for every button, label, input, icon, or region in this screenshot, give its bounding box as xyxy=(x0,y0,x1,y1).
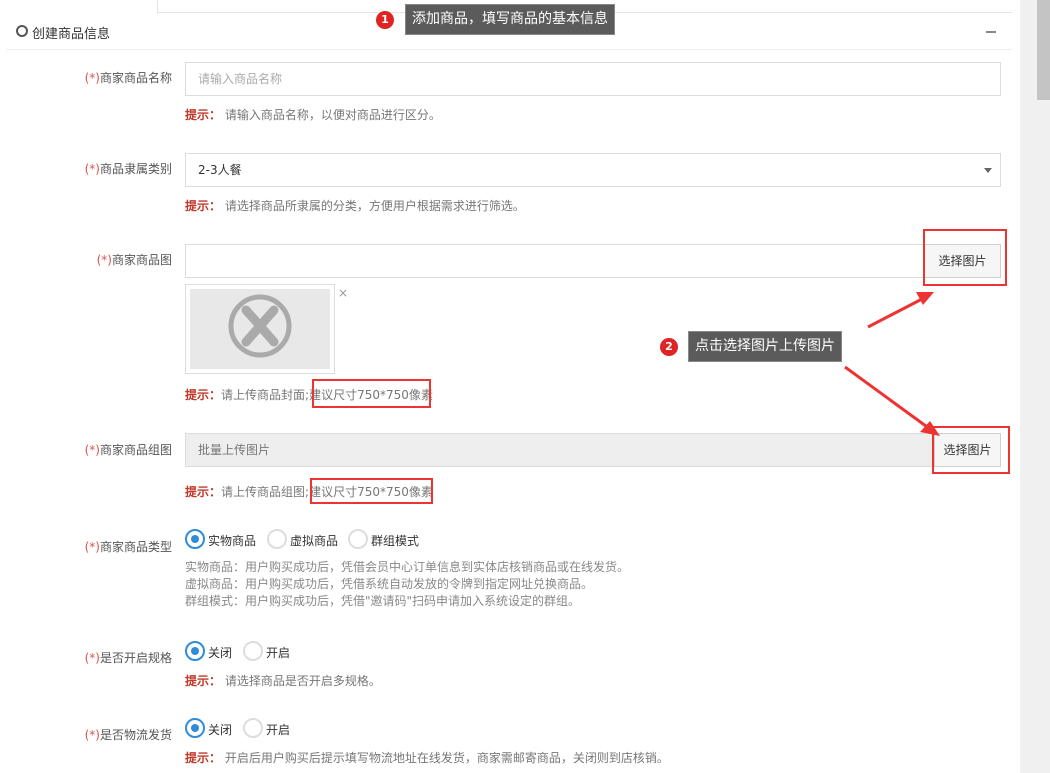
step-badge-2: 2 xyxy=(660,338,678,356)
step1-callout: 添加商品，填写商品的基本信息 xyxy=(405,4,615,35)
step2-callout: 点击选择图片上传图片 xyxy=(688,331,842,362)
arrow-down-icon xyxy=(844,365,940,436)
scrollbar[interactable] xyxy=(1020,0,1050,773)
annotation-arrows xyxy=(844,292,940,436)
step-badge-1: 1 xyxy=(376,11,394,29)
arrow-up-icon xyxy=(867,292,934,329)
scrollbar-thumb[interactable] xyxy=(1037,0,1050,100)
